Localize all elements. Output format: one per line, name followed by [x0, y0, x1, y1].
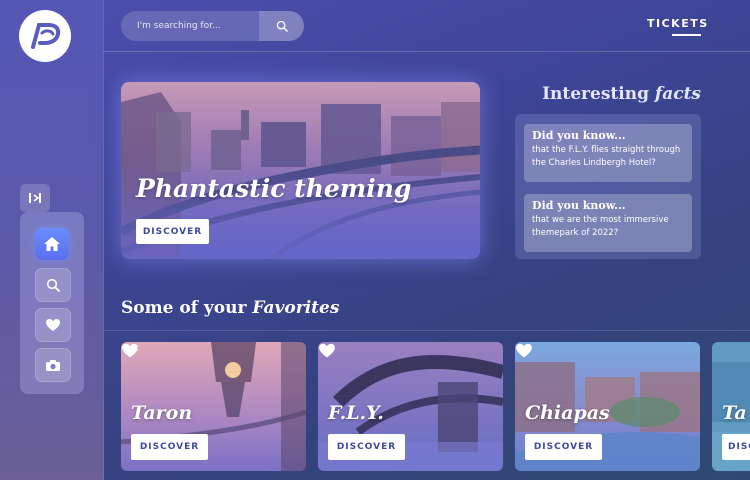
fact-heading: Did you know...	[532, 129, 626, 142]
card-title: F.L.Y.	[328, 402, 384, 424]
search-icon	[46, 278, 60, 292]
fact-heading: Did you know...	[532, 199, 626, 212]
facts-panel: Did you know... that the F.L.Y. flies st…	[515, 114, 701, 259]
hero-banner[interactable]: Phantastic theming DISCOVER	[121, 82, 480, 259]
search-button[interactable]	[259, 11, 304, 41]
favorite-card-chiapas[interactable]: Chiapas DISCOVER	[515, 342, 700, 471]
facts-title: Interesting facts	[515, 84, 701, 104]
search-input[interactable]	[135, 20, 269, 32]
heart-icon	[46, 319, 60, 331]
nav-home-button[interactable]	[35, 228, 69, 260]
sidebar-collapse-icon	[29, 193, 41, 203]
favorites-title: Some of your Favorites	[121, 298, 339, 318]
camera-icon	[46, 359, 60, 371]
card-discover-button[interactable]: DISCOVER	[131, 434, 208, 460]
card-discover-button[interactable]: DISCOVER	[722, 434, 750, 460]
favorite-card-fly[interactable]: F.L.Y. DISCOVER	[318, 342, 503, 471]
nav-photos-button[interactable]	[35, 348, 71, 382]
card-title: Taron	[131, 402, 193, 424]
phantasialand-logo[interactable]	[19, 10, 71, 62]
fact-text: that the F.L.Y. flies straight through t…	[532, 145, 681, 168]
hero-title: Phantastic theming	[136, 174, 412, 203]
favorites-title-italic: Favorites	[252, 298, 340, 318]
fact-card[interactable]: Did you know... that the F.L.Y. flies st…	[524, 124, 692, 182]
search-icon	[276, 20, 288, 32]
nav-favorites-button[interactable]	[35, 308, 71, 342]
fact-text: that we are the most immersive themepark…	[532, 215, 669, 238]
tickets-underline	[672, 34, 701, 36]
heart-icon[interactable]	[318, 342, 336, 359]
facts-title-main: Interesting	[542, 84, 655, 104]
favorite-card-partial[interactable]: Ta DISCOVER	[712, 342, 750, 471]
card-title: Chiapas	[525, 402, 610, 424]
card-discover-button[interactable]: DISCOVER	[525, 434, 602, 460]
sidebar	[0, 0, 104, 480]
hero-discover-button[interactable]: DISCOVER	[136, 219, 209, 244]
heart-icon[interactable]	[121, 342, 139, 359]
search-bar	[121, 11, 304, 41]
favorites-divider	[103, 330, 750, 331]
heart-icon[interactable]	[515, 342, 533, 359]
favorites-title-main: Some of your	[121, 298, 253, 318]
card-title: Ta	[722, 402, 747, 424]
nav-search-button[interactable]	[35, 268, 71, 302]
sidebar-collapse-button[interactable]	[20, 184, 50, 212]
card-discover-button[interactable]: DISCOVER	[328, 434, 405, 460]
fact-card[interactable]: Did you know... that we are the most imm…	[524, 194, 692, 252]
sidebar-nav	[20, 212, 84, 394]
tickets-link[interactable]: TICKETS	[647, 17, 709, 30]
home-icon	[44, 237, 60, 251]
header-divider	[103, 51, 750, 52]
facts-title-italic: facts	[654, 84, 701, 104]
favorite-card-taron[interactable]: Taron DISCOVER	[121, 342, 306, 471]
logo-mark	[31, 23, 61, 49]
